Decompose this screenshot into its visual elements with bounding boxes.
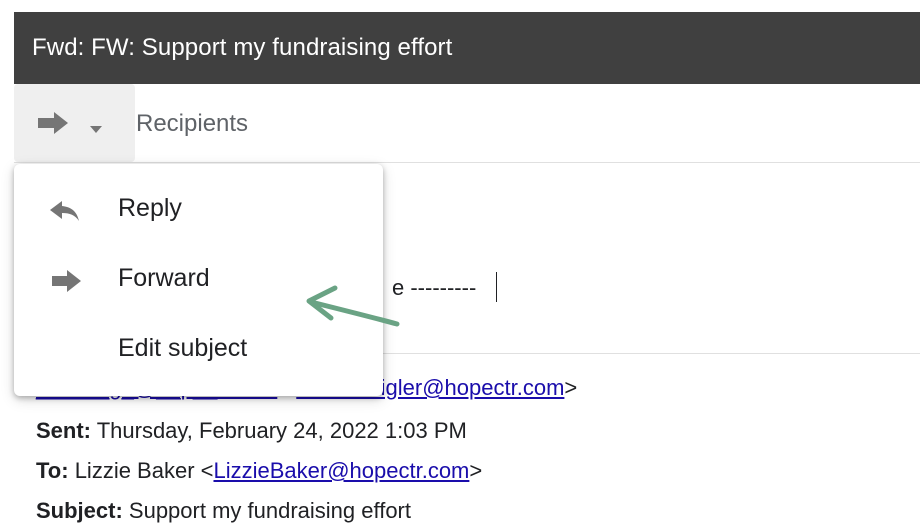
to-name: Lizzie Baker < <box>68 458 214 483</box>
to-label: To: <box>36 458 69 483</box>
reply-icon <box>50 200 80 227</box>
reply-type-dropdown-button[interactable] <box>14 84 135 162</box>
forward-icon <box>50 270 82 297</box>
menu-item-label: Reply <box>118 194 182 222</box>
recipients-row: Recipients <box>14 84 920 163</box>
recipients-field[interactable]: Recipients <box>136 110 248 138</box>
menu-item-label: Forward <box>118 264 210 292</box>
subject-line: Subject: Support my fundraising effort <box>36 498 411 524</box>
to-line: To: Lizzie Baker <LizzieBaker@hopectr.co… <box>36 458 482 484</box>
menu-item-label: Edit subject <box>118 334 248 362</box>
to-email-link[interactable]: LizzieBaker@hopectr.com <box>213 458 469 483</box>
sent-line: Sent: Thursday, February 24, 2022 1:03 P… <box>36 418 467 444</box>
from-gt: > <box>564 375 578 400</box>
window-title: Fwd: FW: Support my fundraising effort <box>32 34 453 61</box>
annotation-arrow-icon <box>295 280 405 335</box>
title-bar: Fwd: FW: Support my fundraising effort <box>14 12 920 84</box>
forward-arrow-icon <box>36 112 70 139</box>
sent-label: Sent: <box>36 418 91 443</box>
sent-value: Thursday, February 24, 2022 1:03 PM <box>91 418 467 443</box>
text-cursor <box>496 272 497 302</box>
to-gt: > <box>469 458 483 483</box>
menu-item-reply[interactable]: Reply <box>14 176 383 246</box>
subject-label: Subject: <box>36 498 123 523</box>
subject-value: Support my fundraising effort <box>122 498 411 523</box>
caret-down-icon <box>90 121 102 139</box>
